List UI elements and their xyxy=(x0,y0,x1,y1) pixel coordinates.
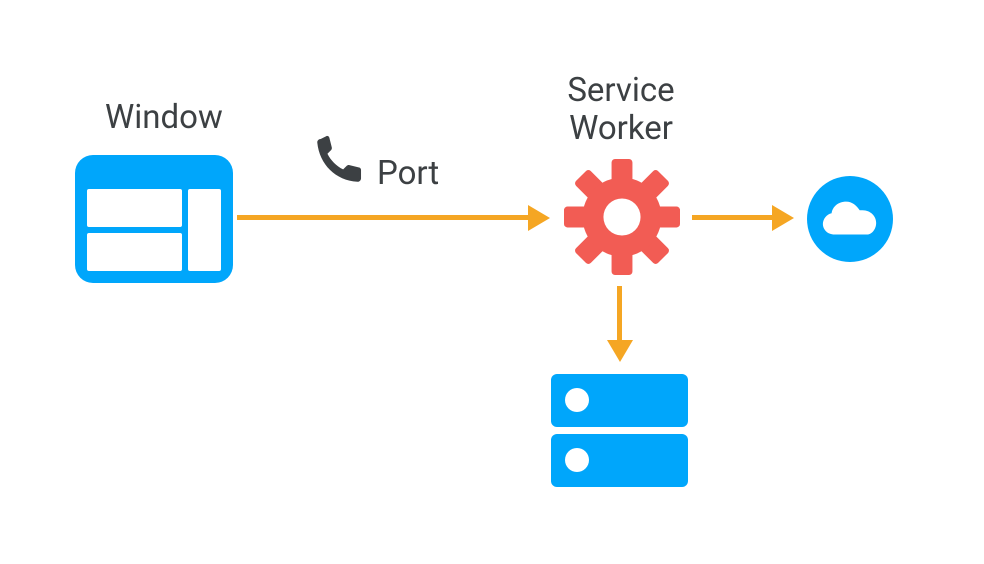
window-icon xyxy=(75,155,233,283)
phone-icon xyxy=(311,131,369,189)
port-label: Port xyxy=(377,155,439,193)
sw-label-line2: Worker xyxy=(569,109,673,148)
cache-box-bottom xyxy=(551,434,688,487)
cache-icon xyxy=(551,374,688,494)
window-label: Window xyxy=(105,99,223,137)
sw-label-line1: Service xyxy=(567,71,674,110)
service-worker-label: Service Worker xyxy=(551,72,691,148)
cloud-icon xyxy=(807,176,893,262)
cache-box-top xyxy=(551,374,688,427)
gear-icon xyxy=(564,159,680,279)
